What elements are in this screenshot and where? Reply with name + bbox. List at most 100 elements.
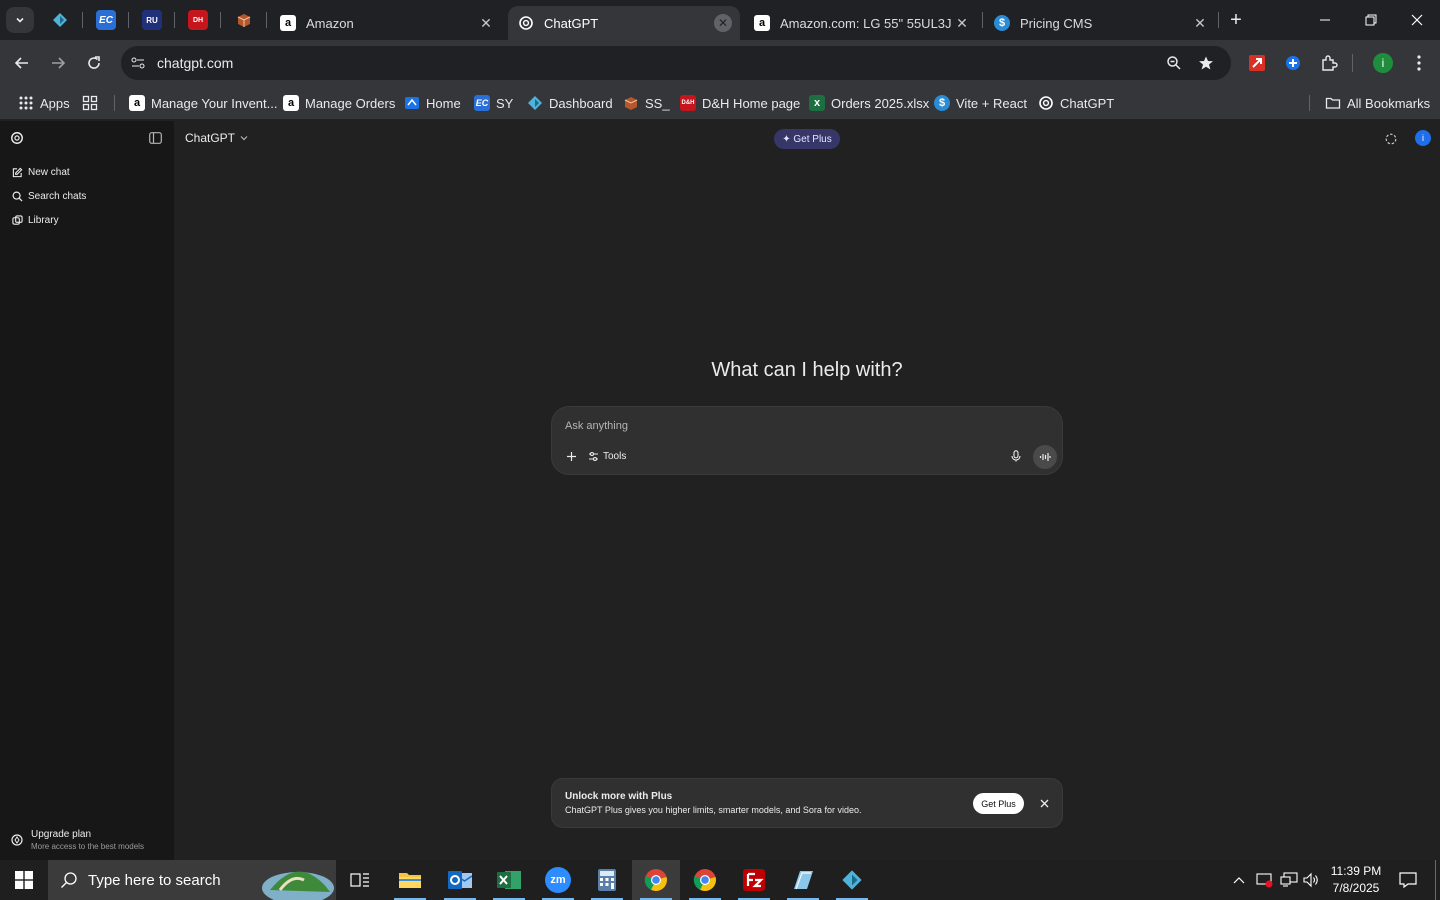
bookmark-home[interactable]: Home: [404, 92, 461, 114]
address-bar[interactable]: chatgpt.com: [121, 46, 1231, 80]
show-desktop-button[interactable]: [1435, 860, 1440, 900]
tray-volume-button[interactable]: [1300, 870, 1322, 890]
bookmark-label: All Bookmarks: [1347, 95, 1431, 111]
taskbar-notes-app[interactable]: [779, 860, 827, 900]
pinned-tab-label: DH: [192, 16, 204, 24]
restore-button[interactable]: [1348, 0, 1394, 40]
all-bookmarks-button[interactable]: All Bookmarks: [1325, 92, 1430, 114]
browser-menu-button[interactable]: [1405, 49, 1433, 77]
close-tab-icon[interactable]: ✕: [714, 14, 732, 32]
close-sidebar-icon[interactable]: [149, 132, 162, 144]
notification-icon: [1399, 872, 1417, 888]
bookmark-manage-inventory[interactable]: a Manage Your Invent...: [129, 92, 277, 114]
close-icon: [1040, 799, 1048, 807]
sidebar-item-search-chats[interactable]: Search chats: [12, 187, 86, 205]
bookmark-label: Manage Orders: [305, 95, 396, 111]
taskbar-excel[interactable]: [485, 860, 533, 900]
extension-red-button[interactable]: [1243, 49, 1271, 77]
openai-logo-icon[interactable]: [10, 131, 24, 145]
back-button[interactable]: [8, 49, 36, 77]
tab-groups-button[interactable]: [82, 92, 98, 114]
chrome-icon: [644, 869, 667, 891]
minimize-button[interactable]: [1302, 0, 1348, 40]
task-view-icon: [350, 873, 369, 887]
prompt-input[interactable]: [565, 417, 985, 435]
tab-amazon[interactable]: a Amazon ✕: [270, 6, 504, 40]
ru-tab-icon[interactable]: RU: [142, 10, 162, 30]
attach-button[interactable]: [562, 447, 580, 465]
reload-button[interactable]: [80, 49, 108, 77]
extensions-button[interactable]: [1315, 49, 1343, 77]
box-tab-icon[interactable]: [234, 10, 254, 30]
taskbar-filezilla[interactable]: [730, 860, 778, 900]
folder-icon: [1325, 97, 1341, 109]
bookmark-apps[interactable]: Apps: [18, 92, 70, 114]
url-text[interactable]: chatgpt.com: [157, 55, 233, 71]
bookmark-dh-home[interactable]: D&H D&H Home page: [680, 92, 800, 114]
close-tab-icon[interactable]: ✕: [1190, 13, 1210, 33]
clock-button[interactable]: 11:39 PM 7/8/2025: [1326, 863, 1386, 897]
excel-icon: [497, 871, 521, 889]
bookmark-manage-orders[interactable]: a Manage Orders: [283, 92, 395, 114]
tray-security-button[interactable]: [1254, 870, 1276, 890]
sidebar-item-label: New chat: [28, 166, 70, 178]
taskbar-file-explorer[interactable]: [386, 860, 434, 900]
tab-pricing-cms[interactable]: $ Pricing CMS ✕: [984, 6, 1218, 40]
start-button[interactable]: [0, 860, 48, 900]
taskbar-outlook[interactable]: [436, 860, 484, 900]
bookmark-divider: [1309, 95, 1310, 111]
taskbar-chrome[interactable]: [681, 860, 729, 900]
bookmark-orders-xlsx[interactable]: x Orders 2025.xlsx: [809, 92, 929, 114]
tab-search-button[interactable]: [6, 7, 34, 33]
ec-tab-icon[interactable]: EC: [96, 10, 116, 30]
user-avatar[interactable]: i: [1415, 130, 1431, 146]
plus-icon: [566, 451, 576, 461]
bookmark-chatgpt[interactable]: ChatGPT: [1038, 92, 1114, 114]
close-tab-icon[interactable]: ✕: [476, 13, 496, 33]
taskbar-calculator[interactable]: [583, 860, 631, 900]
tools-button[interactable]: Tools: [588, 447, 626, 465]
bookmark-star-icon[interactable]: [1198, 55, 1214, 71]
tab-divider: [982, 12, 983, 28]
dh-tab-icon[interactable]: DH: [188, 10, 208, 30]
taskbar-chrome-active[interactable]: [632, 860, 680, 900]
taskbar-search[interactable]: Type here to search: [48, 860, 336, 900]
temporary-chat-icon[interactable]: [1385, 133, 1397, 145]
dismiss-upsell-button[interactable]: [1036, 795, 1052, 811]
pinned-tab-label: EC: [99, 14, 113, 26]
tab-chatgpt[interactable]: ChatGPT ✕: [508, 6, 740, 40]
profile-button[interactable]: i: [1369, 49, 1397, 77]
close-tab-icon[interactable]: ✕: [952, 13, 972, 33]
new-tab-button[interactable]: +: [1224, 8, 1248, 32]
bookmark-sy[interactable]: EC SY: [474, 92, 513, 114]
arrow-left-icon: [14, 57, 28, 69]
notifications-button[interactable]: [1393, 868, 1423, 892]
site-settings-icon[interactable]: [130, 55, 146, 71]
bookmark-vite-react[interactable]: $ Vite + React: [934, 92, 1027, 114]
upgrade-plan-button[interactable]: Upgrade plan More access to the best mod…: [11, 829, 171, 855]
get-plus-pill-button[interactable]: ✦ Get Plus: [774, 129, 840, 149]
dictate-button[interactable]: [1007, 447, 1025, 465]
forward-button[interactable]: [44, 49, 72, 77]
bookmark-ss[interactable]: SS_: [623, 92, 670, 114]
tray-network-button[interactable]: [1278, 870, 1300, 890]
search-highlight-illustration: [262, 871, 334, 900]
pinned-tab[interactable]: [50, 10, 70, 30]
model-selector[interactable]: ChatGPT: [185, 131, 249, 145]
box-icon: [624, 97, 638, 110]
voice-mode-button[interactable]: [1033, 445, 1057, 469]
zoom-icon[interactable]: [1166, 55, 1182, 71]
tab-amazon-lg[interactable]: a Amazon.com: LG 55" 55UL3J-E ✕: [744, 6, 980, 40]
model-label: ChatGPT: [185, 131, 236, 145]
taskbar-zoom[interactable]: zm: [534, 860, 582, 900]
show-hidden-icons-button[interactable]: [1228, 870, 1250, 890]
sidebar-item-library[interactable]: Library: [12, 211, 59, 229]
bookmark-dashboard[interactable]: Dashboard: [527, 92, 613, 114]
close-window-button[interactable]: [1394, 0, 1440, 40]
task-view-button[interactable]: [336, 860, 384, 900]
get-plus-button[interactable]: Get Plus: [973, 793, 1024, 814]
taskbar-diamond-app[interactable]: [828, 860, 876, 900]
library-icon: [12, 214, 23, 225]
extension-blue-button[interactable]: [1279, 49, 1307, 77]
sidebar-item-new-chat[interactable]: New chat: [12, 163, 70, 181]
